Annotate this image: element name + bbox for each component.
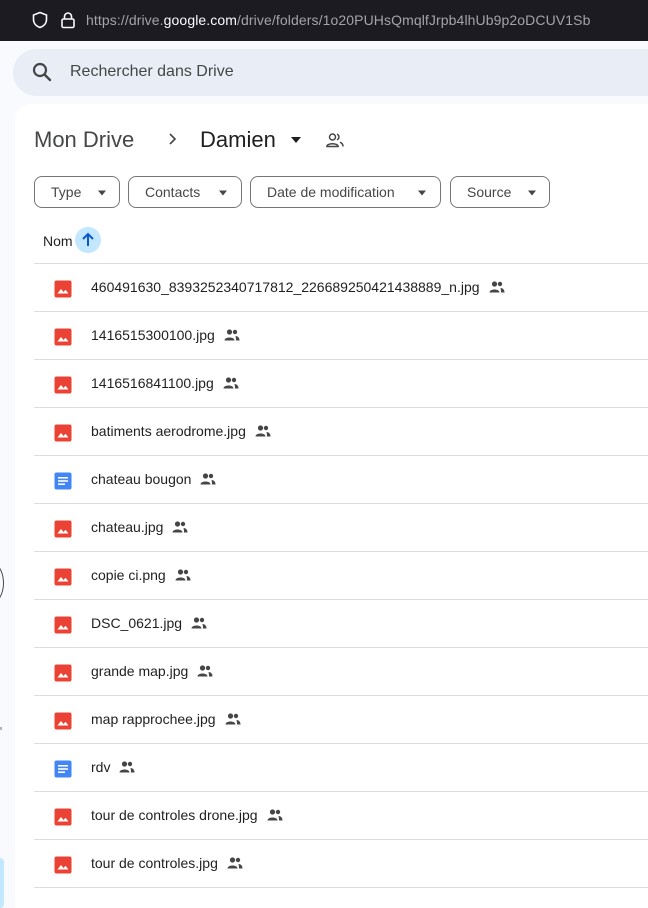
file-row[interactable]: chateau bougon — [34, 455, 648, 503]
breadcrumb-root[interactable]: Mon Drive — [34, 127, 134, 153]
sort-button[interactable] — [75, 227, 101, 253]
shared-people-icon — [197, 665, 213, 677]
caret-down-icon[interactable] — [290, 135, 302, 145]
filter-contacts-button[interactable]: Contacts — [128, 176, 242, 208]
dropdown-arrow-icon — [219, 190, 227, 196]
image-file-icon — [54, 664, 72, 682]
search-icon[interactable] — [31, 61, 53, 83]
file-row[interactable]: 1416515300100.jpg — [34, 311, 648, 359]
file-row[interactable]: tour de controles drone.jpg — [34, 791, 648, 839]
shared-people-icon — [224, 329, 240, 341]
image-file-icon — [54, 856, 72, 874]
file-row[interactable]: map rapprochee.jpg — [34, 695, 648, 743]
file-name: grande map.jpg — [91, 663, 189, 679]
google-docs-icon — [54, 760, 72, 778]
shared-people-icon — [223, 377, 239, 389]
shared-people-icon — [225, 713, 241, 725]
shared-folder-icon — [326, 133, 344, 148]
browser-toolbar: https://drive.google.com/drive/folders/1… — [0, 0, 648, 41]
file-row[interactable]: DSC_0621.jpg — [34, 599, 648, 647]
file-name: tour de controles drone.jpg — [91, 807, 258, 823]
filter-contacts-label: Contacts — [145, 184, 201, 200]
url-path: /drive/folders/1o20PUHsQmqlfJrpb4lhUb9p2… — [237, 12, 591, 28]
shared-people-icon — [191, 617, 207, 629]
file-name: 1416516841100.jpg — [91, 375, 214, 391]
shared-people-icon — [255, 425, 271, 437]
shared-people-icon — [175, 569, 191, 581]
file-row[interactable]: chateau.jpg — [34, 503, 648, 551]
address-bar[interactable]: https://drive.google.com/drive/folders/1… — [86, 12, 590, 28]
column-header-name[interactable]: Nom — [43, 233, 73, 249]
file-row[interactable]: grande map.jpg — [34, 647, 648, 695]
shield-icon[interactable] — [31, 11, 49, 29]
sidebar-partial-active-item[interactable] — [0, 858, 4, 908]
file-name: rdv — [91, 759, 111, 775]
file-name: map rapprochee.jpg — [91, 711, 216, 727]
file-row[interactable]: rdv — [34, 743, 648, 791]
breadcrumb-current-folder[interactable]: Damien — [200, 127, 276, 153]
image-file-icon — [54, 808, 72, 826]
file-name: 1416515300100.jpg — [91, 327, 215, 343]
image-file-icon — [54, 424, 72, 442]
image-file-icon — [54, 616, 72, 634]
file-row[interactable]: 460491630_8393252340717812_2266892504214… — [34, 263, 648, 311]
divider — [34, 887, 648, 888]
dropdown-arrow-icon — [98, 190, 106, 196]
image-file-icon — [54, 280, 72, 298]
google-docs-icon — [54, 472, 72, 490]
image-file-icon — [54, 376, 72, 394]
file-name: copie ci.png — [91, 567, 166, 583]
dropdown-arrow-icon — [418, 190, 426, 196]
image-file-icon — [54, 712, 72, 730]
lock-icon[interactable] — [59, 11, 77, 29]
shared-people-icon — [227, 857, 243, 869]
filter-type-label: Type — [51, 184, 82, 200]
file-row[interactable]: copie ci.png — [34, 551, 648, 599]
shared-people-icon — [489, 281, 505, 293]
sidebar-partial-mark — [0, 727, 2, 730]
file-row[interactable]: batiments aerodrome.jpg — [34, 407, 648, 455]
filter-source-button[interactable]: Source — [450, 176, 550, 208]
file-name: DSC_0621.jpg — [91, 615, 183, 631]
file-row[interactable]: tour de controles.jpg — [34, 839, 648, 887]
shared-people-icon — [172, 521, 188, 533]
shared-people-icon — [119, 761, 135, 773]
filter-type-button[interactable]: Type — [34, 176, 120, 208]
image-file-icon — [54, 328, 72, 346]
image-file-icon — [54, 520, 72, 538]
filter-modified-date-label: Date de modification — [267, 184, 395, 200]
shared-people-icon — [267, 809, 283, 821]
filter-source-label: Source — [467, 184, 512, 200]
chevron-right-icon — [169, 133, 177, 145]
dropdown-arrow-icon — [528, 190, 536, 196]
url-prefix: https://drive. — [86, 12, 164, 28]
file-name: batiments aerodrome.jpg — [91, 423, 246, 439]
file-name: 460491630_8393252340717812_2266892504214… — [91, 279, 480, 295]
filter-modified-date-button[interactable]: Date de modification — [250, 176, 441, 208]
file-name: chateau bougon — [91, 471, 192, 487]
file-row[interactable]: 1416516841100.jpg — [34, 359, 648, 407]
search-bar[interactable]: Rechercher dans Drive — [13, 49, 648, 96]
search-input[interactable]: Rechercher dans Drive — [70, 63, 234, 81]
url-domain: google.com — [163, 12, 238, 28]
file-name: chateau.jpg — [91, 519, 164, 535]
file-name: tour de controles.jpg — [91, 855, 218, 871]
image-file-icon — [54, 568, 72, 586]
arrow-up-icon — [82, 232, 94, 246]
sidebar-partial-button[interactable] — [0, 562, 4, 604]
shared-people-icon — [200, 473, 216, 485]
